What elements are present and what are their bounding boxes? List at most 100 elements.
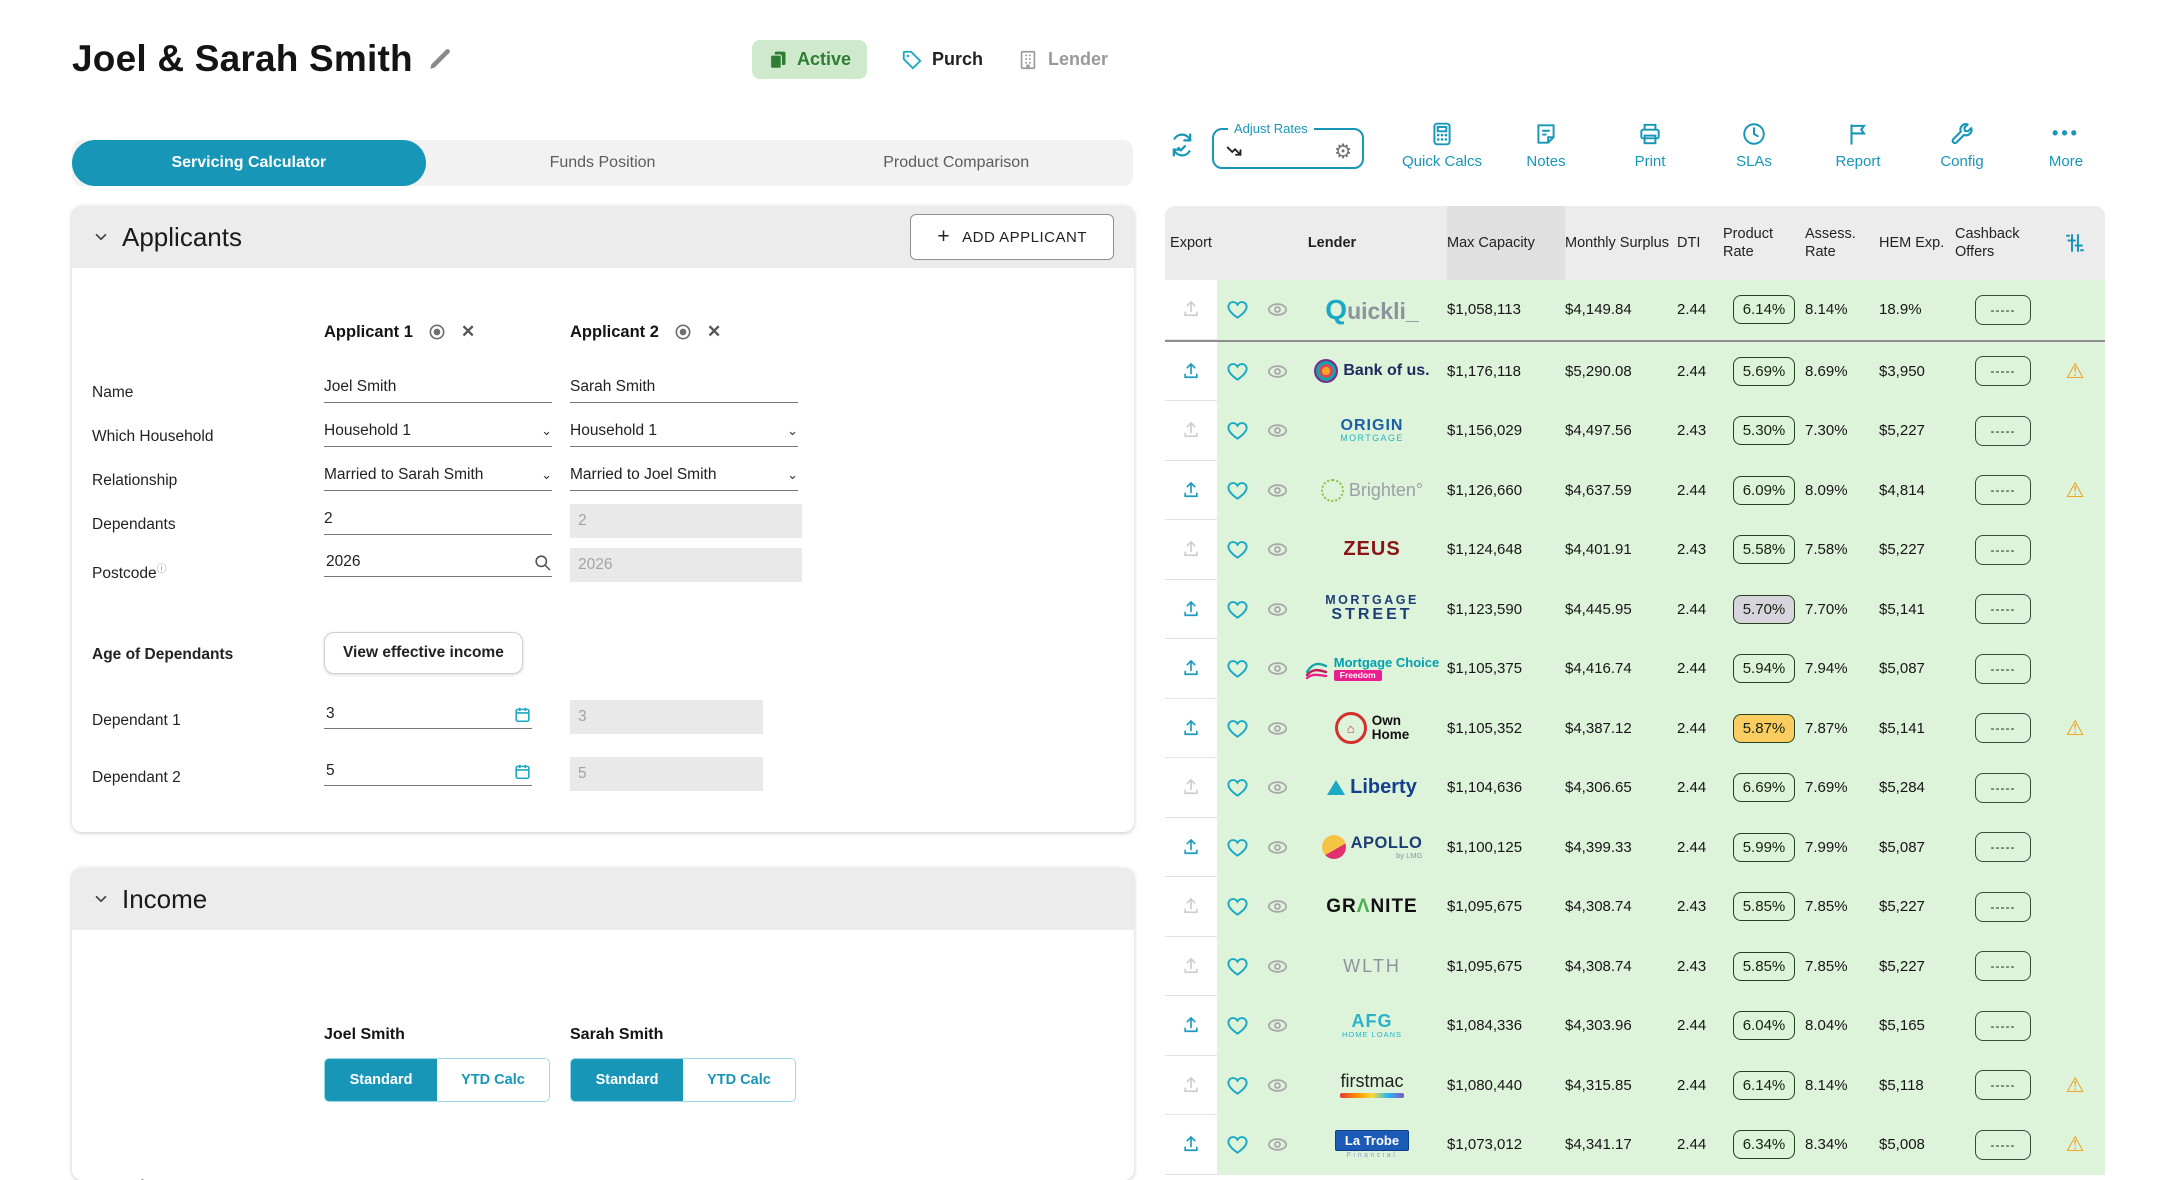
cashback-offers-button[interactable]: -----	[1975, 1130, 2032, 1160]
export-button[interactable]	[1165, 342, 1217, 402]
visibility-eye-icon[interactable]	[1257, 1056, 1297, 1116]
visibility-eye-icon[interactable]	[1257, 401, 1297, 461]
toggle-ytd-calc-a1[interactable]: YTD Calc	[437, 1059, 549, 1101]
calendar-icon[interactable]	[513, 705, 532, 724]
cashback-offers-button[interactable]: -----	[1975, 356, 2032, 386]
toolbar-report[interactable]: Report	[1806, 121, 1910, 170]
visibility-eye-icon[interactable]	[1257, 699, 1297, 759]
toolbar-slas[interactable]: SLAs	[1702, 121, 1806, 170]
column-settings-icon[interactable]	[2051, 231, 2099, 255]
product-rate-button[interactable]: 5.94%	[1733, 654, 1796, 683]
column-header-monthly-surplus[interactable]: Monthly Surplus	[1565, 206, 1677, 280]
cashback-offers-button[interactable]: -----	[1975, 654, 2032, 684]
toolbar-quick-calcs[interactable]: Quick Calcs	[1390, 121, 1494, 170]
product-rate-button[interactable]: 6.09%	[1733, 476, 1796, 505]
export-button[interactable]	[1165, 877, 1217, 937]
visibility-eye-icon[interactable]	[1257, 342, 1297, 402]
name-input-a2[interactable]	[570, 376, 798, 403]
toggle-ytd-calc-a2[interactable]: YTD Calc	[683, 1059, 795, 1101]
remove-applicant1-icon[interactable]: ✕	[461, 322, 475, 342]
favorite-heart-icon[interactable]	[1217, 461, 1257, 521]
favorite-heart-icon[interactable]	[1217, 1115, 1257, 1175]
export-button[interactable]	[1165, 461, 1217, 521]
dependant2-age-input-a1[interactable]	[324, 761, 488, 781]
remove-applicant2-icon[interactable]: ✕	[707, 322, 721, 342]
product-rate-button[interactable]: 5.85%	[1733, 892, 1796, 921]
cashback-offers-button[interactable]: -----	[1975, 832, 2032, 862]
product-rate-button[interactable]: 5.58%	[1733, 535, 1796, 564]
favorite-heart-icon[interactable]	[1217, 580, 1257, 640]
visibility-eye-icon[interactable]	[1257, 877, 1297, 937]
cashback-offers-button[interactable]: -----	[1975, 892, 2032, 922]
toggle-standard-a2[interactable]: Standard	[571, 1059, 683, 1101]
column-header-cashback-offers[interactable]: Cashback Offers	[1955, 206, 2051, 280]
favorite-heart-icon[interactable]	[1217, 401, 1257, 461]
chevron-down-icon[interactable]	[92, 228, 110, 246]
favorite-heart-icon[interactable]	[1217, 1056, 1257, 1116]
cashback-offers-button[interactable]: -----	[1975, 1011, 2032, 1041]
favorite-heart-icon[interactable]	[1217, 280, 1257, 340]
calendar-icon[interactable]	[513, 762, 532, 781]
column-header-product-rate[interactable]: Product Rate	[1723, 206, 1805, 280]
export-button[interactable]	[1165, 699, 1217, 759]
export-button[interactable]	[1165, 280, 1217, 340]
favorite-heart-icon[interactable]	[1217, 996, 1257, 1056]
gear-icon[interactable]: ⚙	[1334, 142, 1352, 162]
export-button[interactable]	[1165, 758, 1217, 818]
favorite-heart-icon[interactable]	[1217, 937, 1257, 997]
product-rate-button[interactable]: 6.14%	[1733, 1071, 1796, 1100]
toggle-standard-a1[interactable]: Standard	[325, 1059, 437, 1101]
visibility-eye-icon[interactable]	[1257, 280, 1297, 340]
chevron-down-icon[interactable]	[92, 890, 110, 908]
export-button[interactable]	[1165, 818, 1217, 878]
cashback-offers-button[interactable]: -----	[1975, 416, 2032, 446]
visibility-eye-icon[interactable]	[1257, 937, 1297, 997]
visibility-eye-icon[interactable]	[1257, 818, 1297, 878]
export-button[interactable]	[1165, 1056, 1217, 1116]
product-rate-button[interactable]: 5.30%	[1733, 416, 1796, 445]
household-select-a1[interactable]: Household 1⌄	[324, 420, 552, 447]
household-select-a2[interactable]: Household 1⌄	[570, 420, 798, 447]
export-button[interactable]	[1165, 937, 1217, 997]
visibility-eye-icon[interactable]	[1257, 580, 1297, 640]
cashback-offers-button[interactable]: -----	[1975, 1070, 2032, 1100]
export-button[interactable]	[1165, 580, 1217, 640]
product-rate-button[interactable]: 6.04%	[1733, 1011, 1796, 1040]
visibility-eye-icon[interactable]	[1257, 639, 1297, 699]
sync-icon[interactable]	[1168, 131, 1196, 159]
tab-servicing-calculator[interactable]: Servicing Calculator	[72, 140, 426, 186]
cashback-offers-button[interactable]: -----	[1975, 951, 2032, 981]
export-button[interactable]	[1165, 401, 1217, 461]
visibility-eye-icon[interactable]	[1257, 996, 1297, 1056]
export-button[interactable]	[1165, 520, 1217, 580]
tab-product-comparison[interactable]: Product Comparison	[779, 140, 1133, 186]
product-rate-button[interactable]: 5.87%	[1733, 714, 1796, 743]
favorite-heart-icon[interactable]	[1217, 699, 1257, 759]
product-rate-button[interactable]: 5.69%	[1733, 357, 1796, 386]
visibility-eye-icon[interactable]	[1257, 758, 1297, 818]
view-effective-income-button[interactable]: View effective income	[324, 632, 523, 674]
product-rate-button[interactable]: 5.70%	[1733, 595, 1796, 624]
name-input-a1[interactable]	[324, 376, 552, 403]
cashback-offers-button[interactable]: -----	[1975, 535, 2032, 565]
toolbar-config[interactable]: Config	[1910, 121, 2014, 170]
cashback-offers-button[interactable]: -----	[1975, 713, 2032, 743]
export-button[interactable]	[1165, 996, 1217, 1056]
visibility-eye-icon[interactable]	[1257, 1115, 1297, 1175]
toolbar-notes[interactable]: Notes	[1494, 121, 1598, 170]
favorite-heart-icon[interactable]	[1217, 639, 1257, 699]
favorite-heart-icon[interactable]	[1217, 520, 1257, 580]
favorite-heart-icon[interactable]	[1217, 818, 1257, 878]
export-button[interactable]	[1165, 639, 1217, 699]
toolbar-more[interactable]: ••• More	[2014, 121, 2118, 170]
visibility-toggle-icon[interactable]	[427, 322, 447, 342]
tab-funds-position[interactable]: Funds Position	[426, 140, 780, 186]
add-applicant-button[interactable]: + ADD APPLICANT	[910, 214, 1114, 260]
search-icon[interactable]	[533, 553, 552, 572]
column-header-max-capacity[interactable]: Max Capacity	[1447, 206, 1565, 280]
trending-down-icon[interactable]	[1224, 141, 1246, 163]
visibility-eye-icon[interactable]	[1257, 520, 1297, 580]
column-header-hem-exp[interactable]: HEM Exp.	[1879, 206, 1955, 280]
dependant1-age-input-a1[interactable]	[324, 704, 488, 724]
toolbar-print[interactable]: Print	[1598, 121, 1702, 170]
